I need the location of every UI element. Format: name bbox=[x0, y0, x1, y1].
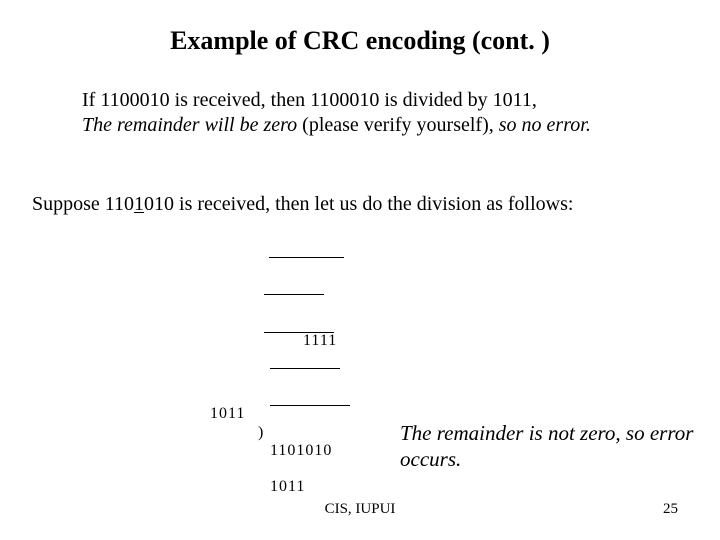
paragraph-1: If 1100010 is received, then 1100010 is … bbox=[82, 88, 700, 138]
para2-prefix: Suppose 110 bbox=[32, 193, 134, 215]
remark-text: The remainder is not zero, so error occu… bbox=[400, 421, 693, 471]
para1-line1: If 1100010 is received, then 1100010 is … bbox=[82, 89, 537, 111]
para1-line2-plain: (please verify yourself), bbox=[297, 114, 499, 136]
quotient: 1111 bbox=[303, 332, 337, 350]
rule-1 bbox=[264, 294, 324, 295]
step1-sub: 1011 bbox=[210, 460, 234, 478]
slide: Example of CRC encoding (cont. ) If 1100… bbox=[0, 0, 720, 540]
slide-title: Example of CRC encoding (cont. ) bbox=[0, 26, 720, 56]
rule-3 bbox=[270, 368, 340, 369]
quotient-row: 1111 bbox=[210, 314, 234, 332]
step1-value: 1011 bbox=[270, 478, 305, 496]
dividend: 1101010 bbox=[270, 442, 332, 460]
para2-underlined-digit: 1 bbox=[134, 193, 144, 215]
divisor-dividend-row: 1011 ) 1101010 bbox=[210, 387, 234, 405]
footer-center: CIS, IUPUI bbox=[0, 501, 720, 518]
long-division: 1111 1011 ) 1101010 1011 1100 1011 1111 … bbox=[210, 240, 234, 540]
para2-suffix: 010 is received, then let us do the divi… bbox=[144, 193, 573, 215]
para1-line2-italic-b: so no error. bbox=[499, 114, 591, 136]
paragraph-2: Suppose 1101010 is received, then let us… bbox=[32, 192, 700, 217]
division-vinculum bbox=[269, 257, 344, 258]
rule-4 bbox=[270, 405, 350, 406]
division-paren: ) bbox=[258, 424, 264, 442]
para1-line2-italic-a: The remainder will be zero bbox=[82, 114, 297, 136]
footer-page-number: 25 bbox=[663, 501, 678, 518]
rule-2 bbox=[264, 332, 334, 333]
remainder-remark: The remainder is not zero, so error occu… bbox=[400, 420, 700, 473]
divisor: 1011 bbox=[210, 405, 245, 423]
